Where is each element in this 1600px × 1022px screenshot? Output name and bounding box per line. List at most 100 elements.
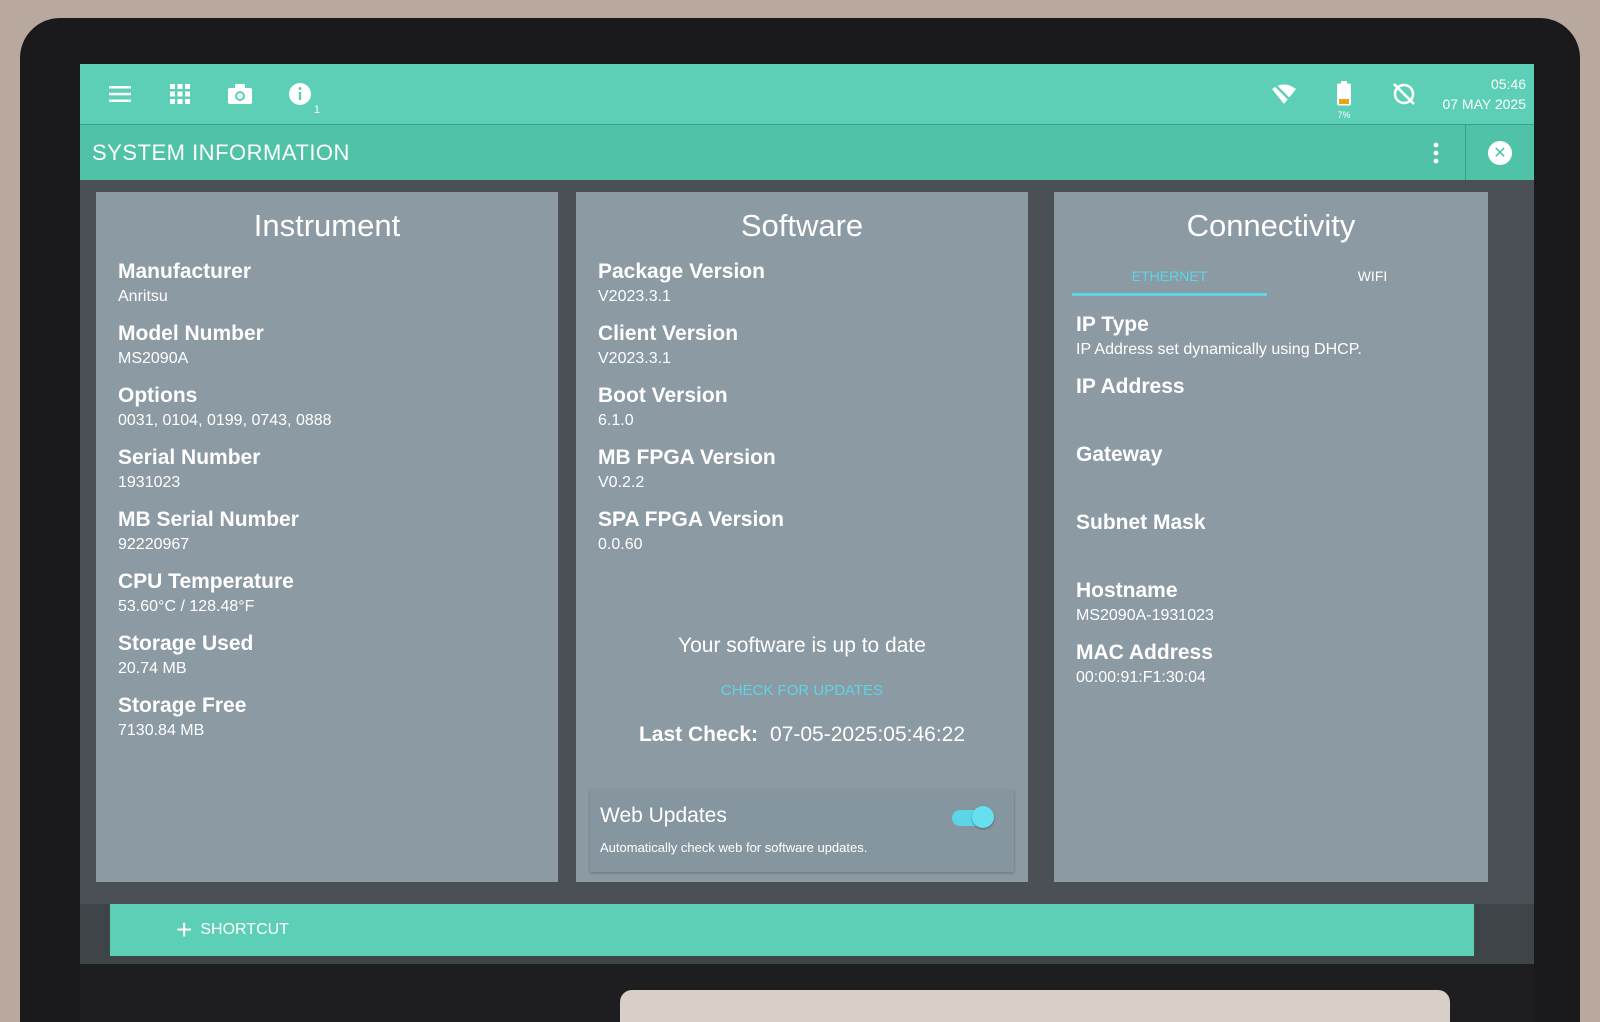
web-updates-toggle[interactable]: [952, 806, 994, 828]
info-field: Subnet Mask: [1076, 509, 1466, 565]
field-label: IP Type: [1076, 313, 1149, 336]
field-value: IP Address set dynamically using DHCP.: [1076, 341, 1362, 358]
field-value: 1931023: [118, 474, 181, 491]
connectivity-heading: Connectivity: [1186, 208, 1356, 243]
wifi-off-icon[interactable]: [1254, 64, 1314, 124]
field-value: V2023.3.1: [598, 350, 671, 367]
device-trim: [620, 990, 1450, 1022]
connectivity-tabs: ETHERNET WIFI: [1068, 258, 1474, 297]
clock-time: 05:46: [1490, 76, 1526, 92]
page-title: SYSTEM INFORMATION: [92, 139, 350, 165]
last-check: Last Check: 07-05-2025:05:46:22: [598, 723, 1006, 747]
info-field: Options 0031, 0104, 0199, 0743, 0888: [118, 382, 536, 432]
info-badge: 1: [313, 104, 320, 116]
field-label: Subnet Mask: [1076, 511, 1206, 534]
toggle-knob: [972, 806, 994, 828]
sync-disabled-icon[interactable]: [1374, 64, 1434, 124]
software-heading: Software: [740, 208, 864, 243]
info-field: Client Version V2023.3.1: [598, 320, 1006, 370]
field-label: Manufacturer: [118, 260, 252, 283]
field-label: Hostname: [1076, 579, 1178, 602]
info-field: Hostname MS2090A-1931023: [1076, 577, 1466, 627]
field-label: Storage Free: [118, 694, 247, 717]
field-value: 53.60°C / 128.48°F: [118, 598, 255, 615]
field-label: Model Number: [118, 322, 264, 345]
device-screen: 1 7% 05:46 07 MAY 2025 SYSTEM INFORMATIO…: [80, 64, 1534, 964]
field-label: SPA FPGA Version: [598, 508, 784, 531]
field-value: 0.0.60: [598, 536, 643, 553]
web-updates-description: Automatically check web for software upd…: [600, 840, 868, 855]
info-field: IP Type IP Address set dynamically using …: [1076, 311, 1466, 361]
last-check-label: Last Check:: [638, 723, 759, 746]
info-field: MB FPGA Version V0.2.2: [598, 444, 1006, 494]
info-field: MAC Address 00:00:91:F1:30:04: [1076, 639, 1466, 689]
field-value: [1076, 537, 1466, 565]
info-field: Serial Number 1931023: [118, 444, 536, 494]
field-label: Client Version: [598, 322, 739, 345]
more-vert-icon: [1433, 142, 1438, 163]
clock: 05:46 07 MAY 2025: [1434, 74, 1534, 114]
web-updates-title: Web Updates: [600, 804, 727, 827]
menu-icon[interactable]: [90, 64, 150, 124]
field-label: Boot Version: [598, 384, 728, 407]
shortcut-button[interactable]: + SHORTCUT: [176, 916, 289, 944]
field-value: [1076, 401, 1466, 429]
info-field: Manufacturer Anritsu: [118, 258, 536, 308]
field-label: Storage Used: [118, 632, 254, 655]
field-value: [1076, 469, 1466, 497]
field-label: MB Serial Number: [118, 508, 299, 531]
info-field: Storage Used 20.74 MB: [118, 630, 536, 680]
info-field: Package Version V2023.3.1: [598, 258, 1006, 308]
connectivity-fields: IP Type IP Address set dynamically using …: [1076, 311, 1466, 689]
clock-date: 07 MAY 2025: [1442, 96, 1526, 112]
field-value: V2023.3.1: [598, 288, 671, 305]
tab-ethernet[interactable]: ETHERNET: [1068, 258, 1271, 296]
apps-grid-icon[interactable]: [150, 64, 210, 124]
field-value: 00:00:91:F1:30:04: [1076, 669, 1206, 686]
field-value: MS2090A: [118, 350, 189, 367]
field-value: 20.74 MB: [118, 660, 187, 677]
content-area: Instrument Manufacturer Anritsu Model Numb…: [80, 180, 1534, 904]
battery-icon[interactable]: 7%: [1314, 64, 1374, 124]
info-icon[interactable]: 1: [270, 64, 330, 124]
field-value: 7130.84 MB: [118, 722, 205, 739]
instrument-heading: Instrument: [253, 208, 401, 243]
field-label: Package Version: [598, 260, 765, 283]
info-field: Model Number MS2090A: [118, 320, 536, 370]
field-value: 92220967: [118, 536, 190, 553]
instrument-fields: Manufacturer Anritsu Model Number MS2090A Op…: [118, 258, 536, 742]
check-for-updates-button[interactable]: CHECK FOR UPDATES: [598, 682, 1006, 699]
bottom-bar: + SHORTCUT: [110, 904, 1474, 956]
info-field: SPA FPGA Version 0.0.60: [598, 506, 1006, 556]
shortcut-label: SHORTCUT: [200, 921, 289, 938]
field-label: Serial Number: [118, 446, 261, 469]
connectivity-panel: Connectivity ETHERNET WIFI IP Type IP Add…: [1054, 192, 1488, 882]
info-field: Gateway: [1076, 441, 1466, 497]
field-value: V0.2.2: [598, 474, 645, 491]
field-value: 0031, 0104, 0199, 0743, 0888: [118, 412, 332, 429]
last-check-value: 07-05-2025:05:46:22: [770, 723, 966, 746]
close-button[interactable]: ✕: [1466, 125, 1534, 180]
status-bar: 1 7% 05:46 07 MAY 2025: [80, 64, 1534, 124]
field-label: CPU Temperature: [118, 570, 294, 593]
software-panel: Software Package Version V2023.3.1 Client …: [576, 192, 1028, 882]
camera-icon[interactable]: [210, 64, 270, 124]
plus-icon: +: [176, 914, 193, 945]
title-bar: SYSTEM INFORMATION ✕: [80, 124, 1534, 180]
field-label: Options: [118, 384, 198, 407]
software-status: Your software is up to date: [678, 634, 926, 657]
tab-wifi[interactable]: WIFI: [1271, 258, 1474, 296]
web-updates-card: Web Updates Automatically check web for …: [590, 790, 1014, 872]
field-value: Anritsu: [118, 288, 168, 305]
battery-percent: 7%: [1337, 110, 1351, 120]
close-icon: ✕: [1488, 140, 1512, 165]
field-label: MB FPGA Version: [598, 446, 776, 469]
field-label: Gateway: [1076, 443, 1163, 466]
info-field: Boot Version 6.1.0: [598, 382, 1006, 432]
software-fields: Package Version V2023.3.1 Client Version V2…: [598, 258, 1006, 556]
more-options-button[interactable]: [1406, 125, 1466, 180]
info-field: Storage Free 7130.84 MB: [118, 692, 536, 742]
info-field: CPU Temperature 53.60°C / 128.48°F: [118, 568, 536, 618]
info-field: IP Address: [1076, 373, 1466, 429]
field-label: MAC Address: [1076, 641, 1213, 664]
